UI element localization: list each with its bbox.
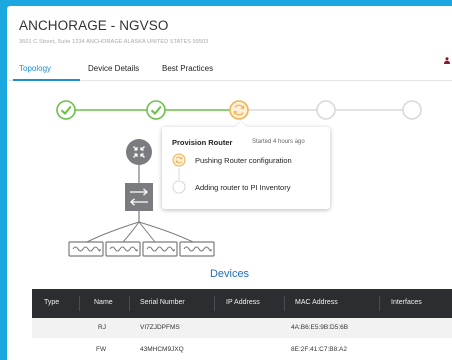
tab-device-details[interactable]: Device Details [88, 64, 139, 73]
column-divider [79, 296, 80, 311]
access-point-icon[interactable] [179, 241, 215, 257]
popover-step-adding: Adding router to PI Inventory [195, 183, 291, 192]
column-divider [284, 296, 285, 311]
popover-step-pushing: Pushing Router configuration [195, 156, 292, 165]
cell-mac: 4A:B6:E5:9B:D5:6B [291, 324, 349, 331]
switch-icon[interactable] [125, 183, 153, 211]
column-header-interfaces[interactable]: Interfaces [391, 299, 422, 306]
cell-serial: 43MHCM9JXQ [140, 346, 184, 353]
site-title: ANCHORAGE - NGVSO [19, 18, 169, 33]
devices-title: Devices [209, 268, 250, 280]
table-row[interactable]: FW 43MHCM9JXQ 8E:2F:41:C7:B8:A2 [32, 340, 452, 360]
site-address: 3601 C Street, Suite 1234 ANCHORAGE ALAS… [19, 39, 209, 45]
step-5-pending-icon[interactable] [402, 100, 422, 120]
popover-timestamp: Started 4 hours ago [252, 139, 305, 145]
cell-serial: VI7ZJDPFMS [140, 324, 180, 331]
provision-popover: Provision Router Started 4 hours ago Pus… [162, 121, 330, 209]
table-header: Type Name Serial Number IP Address MAC A… [32, 289, 452, 318]
access-point-icon[interactable] [142, 241, 178, 257]
column-header-mac[interactable]: MAC Address [295, 299, 338, 306]
step-2-check-icon[interactable] [146, 100, 166, 120]
step-4-pending-icon[interactable] [316, 100, 336, 120]
access-point-icon[interactable] [68, 241, 104, 257]
column-header-serial[interactable]: Serial Number [140, 299, 185, 306]
column-divider [214, 296, 215, 311]
popover-arrow [235, 121, 247, 127]
sync-icon [172, 153, 186, 167]
column-header-name[interactable]: Name [94, 299, 113, 306]
access-point-icon[interactable] [105, 241, 141, 257]
column-divider [129, 296, 130, 311]
step-3-sync-icon[interactable] [229, 100, 249, 120]
step-1-check-icon[interactable] [56, 100, 76, 120]
cell-name: FW [96, 346, 107, 353]
tab-topology[interactable]: Topology [19, 64, 51, 73]
pending-circle-icon [172, 180, 186, 194]
tab-bar: Topology Device Details Best Practices [7, 54, 452, 81]
active-tab-indicator [13, 79, 80, 81]
column-header-ip[interactable]: IP Address [226, 299, 260, 306]
site-panel: ANCHORAGE - NGVSO 3601 C Street, Suite 1… [7, 6, 452, 360]
tab-best-practices[interactable]: Best Practices [162, 64, 213, 73]
router-icon[interactable] [126, 139, 152, 165]
popover-step-connector [178, 168, 180, 180]
column-header-type[interactable]: Type [44, 299, 59, 306]
switch-branch-lines [86, 221, 194, 243]
table-row[interactable]: RJ VI7ZJDPFMS 4A:B6:E5:9B:D5:6B [32, 318, 452, 338]
column-divider [379, 296, 380, 311]
cell-name: RJ [98, 324, 106, 331]
popover-title: Provision Router [172, 138, 233, 147]
cell-mac: 8E:2F:41:C7:B8:A2 [291, 346, 348, 353]
